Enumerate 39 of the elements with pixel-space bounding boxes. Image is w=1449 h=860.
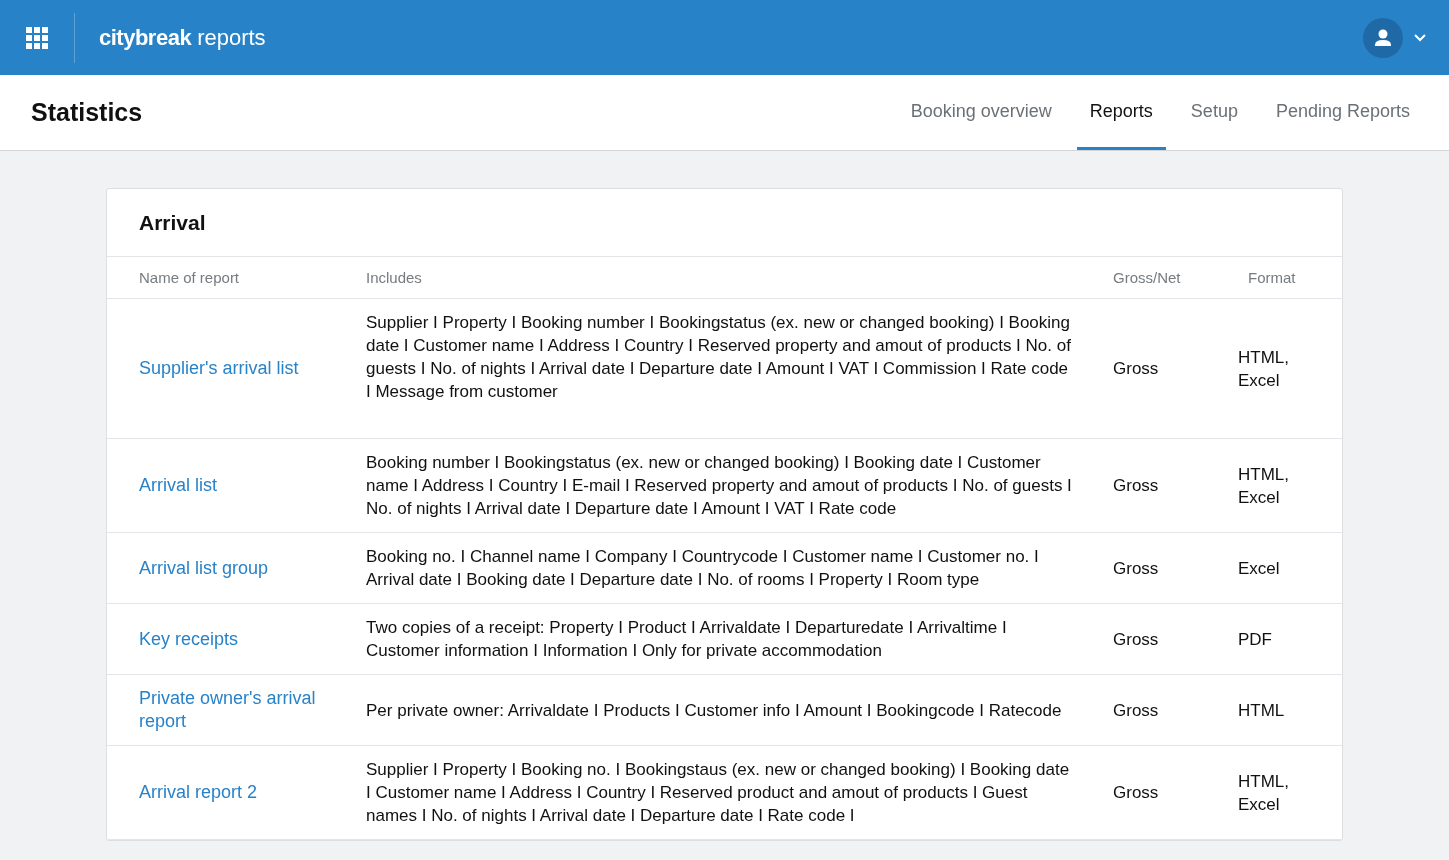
includes-text: Booking number I Bookingstatus (ex. new or changed booking) I Booking date I Customer name I Address I Country I E-mail I Reserved property and amout of products I No. of guests I No. of nights I Arrival date I Departure date I Amount I VAT I Rate code — [366, 453, 1072, 518]
includes-text: Booking no. I Channel name I Company I Countrycode I Customer name I Customer no. I Arrival date I Booking date I Departure date I No. of rooms I Property I Room type — [366, 547, 1039, 589]
column-header: Name of report — [139, 269, 241, 286]
nav-tab[interactable]: Booking overview — [897, 75, 1065, 150]
format-text: HTML, Excel — [1238, 770, 1290, 816]
gross-net-text: Gross — [1113, 783, 1159, 802]
nav-tab[interactable]: Setup — [1177, 75, 1251, 150]
gross-net-text: Gross — [1113, 700, 1159, 720]
includes-text: Per private owner: Arrivaldate I Products I Customer info I Amount I Bookingcode I Ratecode — [366, 700, 1062, 720]
report-link[interactable]: Arrival list group — [139, 556, 366, 580]
page-title: Statistics — [31, 98, 143, 127]
report-link[interactable]: Supplier's arrival list — [139, 357, 366, 380]
column-header: Gross/Net — [1113, 269, 1182, 286]
app-grid-icon[interactable] — [26, 26, 48, 49]
card-title: Arrival — [107, 189, 1342, 257]
report-link[interactable]: Private owner's arrival report — [139, 687, 366, 733]
nav-tab[interactable]: Reports — [1076, 75, 1166, 150]
format-text: Excel — [1238, 557, 1281, 580]
gross-net-text: Gross — [1113, 359, 1159, 378]
report-link[interactable]: Key receipts — [139, 627, 366, 651]
column-header: Format — [1247, 269, 1297, 286]
report-link[interactable]: Arrival list — [139, 474, 366, 497]
gross-net-text: Gross — [1113, 476, 1159, 495]
format-text: HTML, Excel — [1238, 346, 1290, 392]
brand-subtitle: reports — [197, 24, 266, 51]
format-text: PDF — [1238, 628, 1273, 651]
avatar-icon[interactable] — [1363, 17, 1403, 58]
includes-text: Two copies of a receipt: Property I Product I Arrivaldate I Departuredate I Arrivaltime I Customer information I Information I Only for private accommodation — [366, 618, 1007, 660]
report-link[interactable]: Arrival report 2 — [139, 781, 366, 804]
nav-tab[interactable]: Pending Reports — [1262, 75, 1423, 150]
gross-net-text: Gross — [1113, 629, 1159, 649]
includes-text: Supplier I Property I Booking number I Bookingstatus (ex. new or changed booking) I Booking date I Customer name I Address I Country I Reserved property and amout of products I No. of guests I No. of nights I Arrival date I Departure date I Amount I VAT I Commission I Rate code I Message from customer — [366, 313, 1071, 401]
chevron-down-icon[interactable] — [1413, 32, 1427, 43]
column-header: Includes — [366, 269, 423, 286]
gross-net-text: Gross — [1113, 558, 1159, 578]
includes-text: Supplier I Property I Booking no. I Bookingstaus (ex. new or changed booking) I Booking date I Customer name I Address I Country I Reserved product and amout of products I Guest names I No. of nights I Arrival date I Departure date I Rate code I — [366, 760, 1070, 825]
brand-name: citybreak — [99, 24, 192, 51]
format-text: HTML — [1238, 699, 1286, 722]
format-text: HTML, Excel — [1238, 463, 1290, 509]
